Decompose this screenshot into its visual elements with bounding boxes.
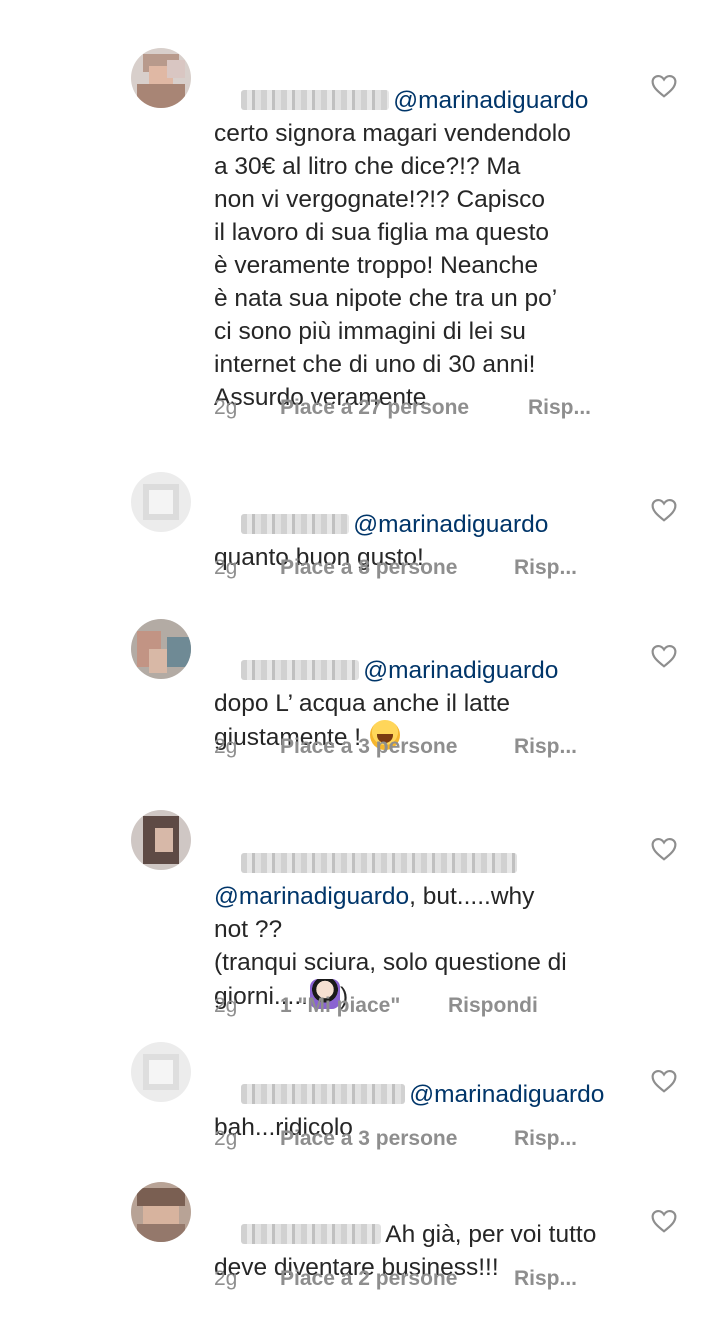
timestamp: 2g [214,735,238,758]
reply-button[interactable]: Risp... [528,396,591,420]
comment-text: @marinadiguardo certo signora magari vend… [214,51,634,447]
avatar[interactable] [131,1182,191,1242]
username[interactable] [241,514,350,534]
comment-body: certo signora magari vendendolo a 30€ al… [214,120,571,411]
reply-button[interactable]: Risp... [514,1267,577,1291]
username[interactable] [241,90,390,110]
timestamp: 2g [214,1127,238,1150]
timestamp: 2g [214,1267,238,1290]
heart-outline-icon[interactable] [651,1209,677,1233]
mention-link[interactable]: @marinadiguardo [409,1081,604,1108]
reply-button[interactable]: Risp... [514,735,577,759]
heart-outline-icon[interactable] [651,1069,677,1093]
likes-count[interactable]: Piace a 2 persone [280,1267,457,1291]
comment-text: @marinadiguardo dopo L’ acqua anche il la… [214,621,634,787]
timestamp: 2g [214,556,238,579]
likes-count[interactable]: Piace a 8 persone [280,556,457,580]
likes-count[interactable]: Piace a 3 persone [280,735,457,759]
comment-text: @marinadiguardo bah...ridicolo [214,1045,634,1177]
comment-text: Ah già, per voi tutto deve diventare busi… [214,1185,634,1317]
mention-link[interactable]: @marinadiguardo [363,657,558,684]
comment-body-first-line: , but.....why [409,883,535,910]
likes-count[interactable]: Piace a 3 persone [280,1127,457,1151]
avatar[interactable] [131,48,191,108]
reply-button[interactable]: Risp... [514,556,577,580]
heart-outline-icon[interactable] [651,498,677,522]
comment-body-first-line: Ah già, per voi tutto [385,1221,597,1248]
reply-button[interactable]: Risp... [514,1127,577,1151]
comment-text: @marinadiguardo quanto buon gusto! [214,475,634,607]
avatar[interactable] [131,472,191,532]
username[interactable] [241,853,518,873]
username[interactable] [241,1084,406,1104]
timestamp: 2g [214,994,238,1017]
avatar[interactable] [131,1042,191,1102]
comment-text: @marinadiguardo, but.....why not ?? (tran… [214,814,634,1046]
likes-count[interactable]: 1 "Mi piace" [280,994,400,1018]
likes-count[interactable]: Piace a 27 persone [280,396,469,420]
avatar[interactable] [131,810,191,870]
avatar[interactable] [131,619,191,679]
mention-link[interactable]: @marinadiguardo [393,87,588,114]
heart-outline-icon[interactable] [651,74,677,98]
username[interactable] [241,660,360,680]
mention-link[interactable]: @marinadiguardo [214,883,409,910]
timestamp: 2g [214,396,238,419]
reply-button[interactable]: Rispondi [448,994,538,1018]
heart-outline-icon[interactable] [651,837,677,861]
heart-outline-icon[interactable] [651,644,677,668]
username[interactable] [241,1224,382,1244]
mention-link[interactable]: @marinadiguardo [353,511,548,538]
